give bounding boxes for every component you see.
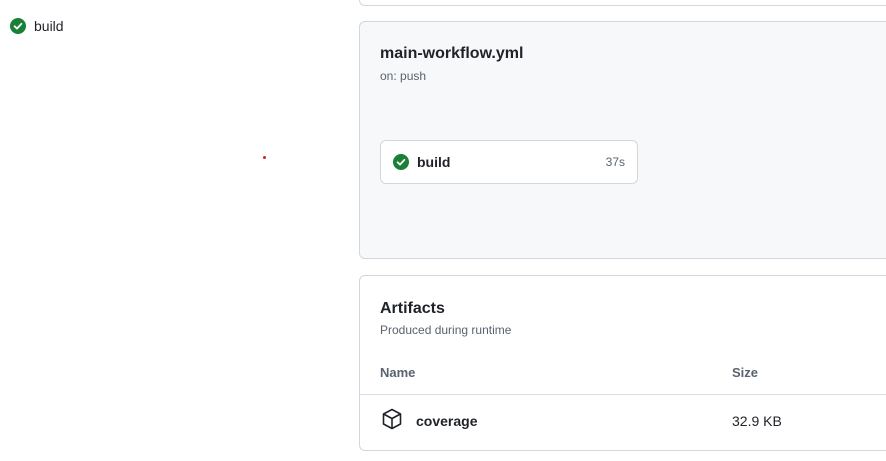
artifact-name-link[interactable]: coverage (416, 413, 477, 429)
workflow-run-page: build main-workflow.yml on: push build 3… (0, 0, 886, 461)
artifact-size: 32.9 KB (732, 413, 782, 429)
artifact-row: coverage 32.9 KB (360, 395, 886, 449)
sidebar-job-build[interactable]: build (10, 16, 64, 36)
job-name: build (417, 154, 451, 170)
package-icon (382, 408, 402, 430)
artifacts-title: Artifacts (380, 300, 445, 317)
workflow-file-name[interactable]: main-workflow.yml (380, 45, 523, 63)
summary-card (359, 0, 886, 6)
sidebar-job-label: build (34, 18, 64, 34)
job-card-build[interactable]: build 37s (380, 140, 638, 184)
job-duration: 37s (605, 155, 625, 169)
check-circle-icon (10, 18, 26, 34)
check-circle-icon (393, 154, 409, 170)
cursor-marker (263, 156, 266, 159)
workflow-graph-panel: main-workflow.yml on: push build 37s (359, 21, 886, 259)
artifacts-subtitle: Produced during runtime (380, 323, 512, 337)
artifacts-panel: Artifacts Produced during runtime Name S… (359, 275, 886, 451)
workflow-trigger: on: push (380, 69, 427, 83)
column-header-size: Size (732, 365, 759, 380)
column-header-name: Name (380, 365, 416, 380)
